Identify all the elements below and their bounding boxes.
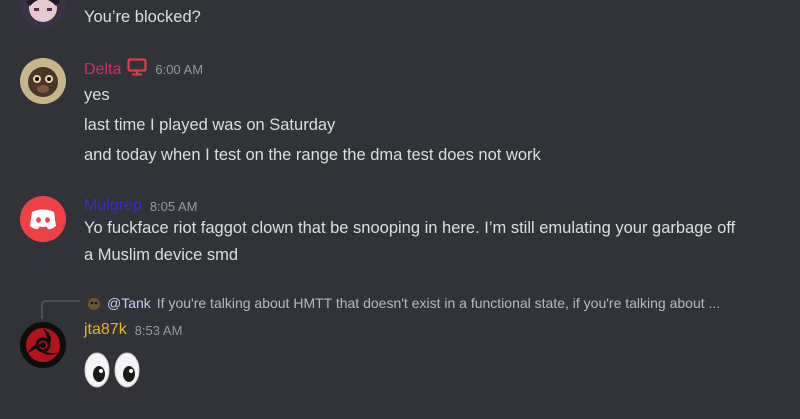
sharingan-avatar-icon (20, 322, 66, 368)
message-text: yes (84, 86, 110, 104)
reply-text: If you're talking about HMTT that doesn'… (156, 295, 721, 311)
eye-left-icon (84, 352, 110, 388)
avatar-jta87k[interactable] (20, 322, 66, 368)
anime-avatar-icon (20, 0, 66, 28)
message-header-mulgrep: Mulgrep 8:05 AM (84, 197, 198, 215)
message-text: You’re blocked? (84, 8, 201, 26)
username-mulgrep[interactable]: Mulgrep (84, 197, 142, 215)
monitor-icon (127, 58, 147, 81)
eye-right-icon (114, 352, 140, 388)
username-jta87k[interactable]: jta87k (84, 321, 127, 339)
timestamp: 6:00 AM (155, 62, 204, 77)
avatar-delta[interactable] (20, 58, 66, 104)
reply-mention[interactable]: @Tank (107, 295, 151, 311)
replied-user-avatar-icon (86, 295, 102, 311)
reply-preview[interactable]: @Tank If you're talking about HMTT that … (86, 295, 720, 311)
avatar-top-user[interactable] (20, 0, 66, 28)
message-header-jta87k: jta87k 8:53 AM (84, 321, 182, 339)
eyes-emoji[interactable]: 👀 (84, 352, 140, 388)
reply-connector (41, 300, 80, 319)
message-text: a Muslim device smd (84, 246, 239, 264)
message-text: and today when I test on the range the d… (84, 146, 541, 164)
monkey-avatar-icon (20, 58, 66, 104)
message-header-delta: Delta 6:00 AM (84, 58, 203, 81)
timestamp: 8:53 AM (134, 322, 183, 338)
message-text: Yo fuckface riot faggot clown that be sn… (84, 219, 736, 237)
message-text: last time I played was on Saturday (84, 116, 336, 134)
avatar-mulgrep[interactable] (20, 196, 66, 242)
discord-logo-icon (20, 196, 66, 242)
username-delta[interactable]: Delta (84, 61, 121, 79)
timestamp: 8:05 AM (149, 198, 198, 214)
